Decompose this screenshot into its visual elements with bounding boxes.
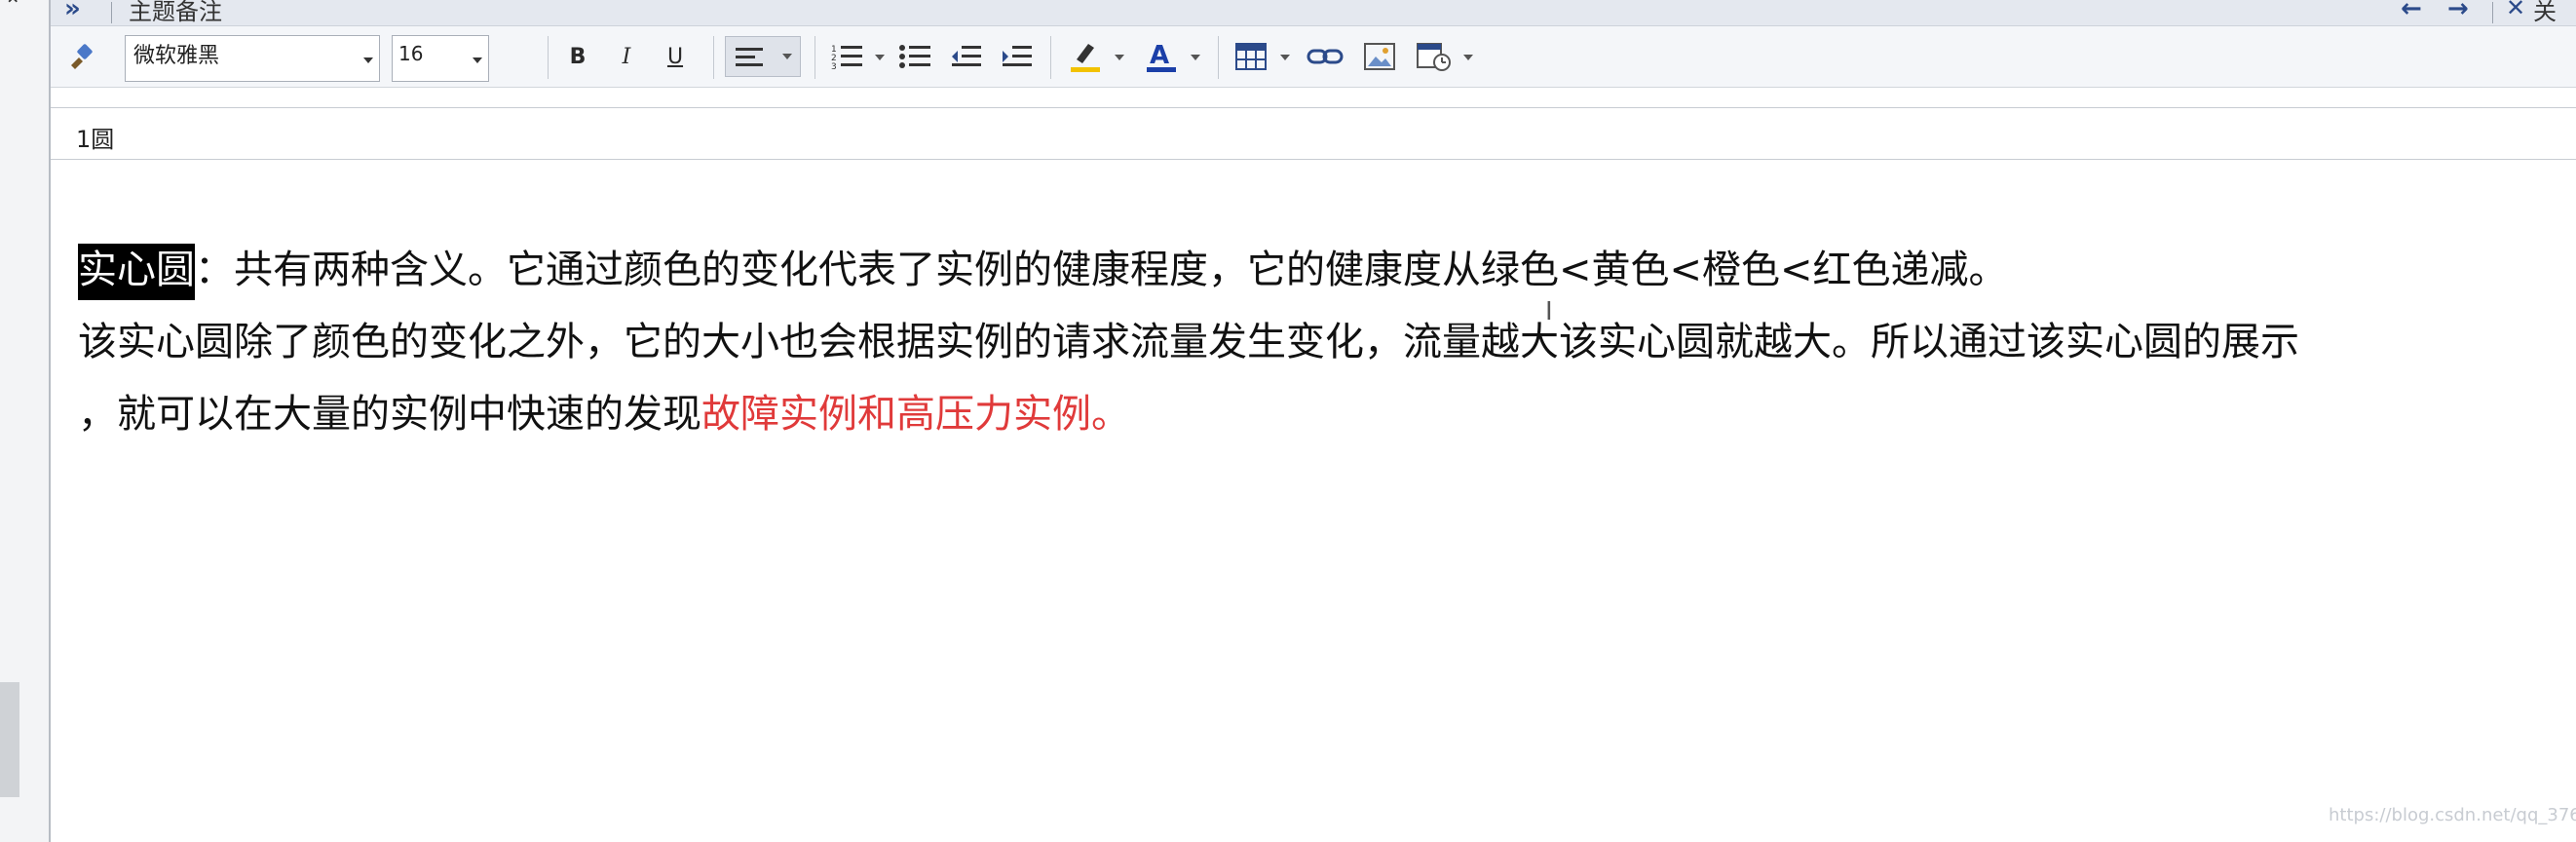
text-cursor-icon: I [1545, 297, 1553, 326]
note-line-3-text: ，就可以在大量的实例中快速的发现 [78, 392, 701, 437]
titlebar-divider-right [2492, 2, 2493, 23]
selected-text: 实心圆 [78, 244, 195, 300]
chevron-down-icon [363, 57, 373, 63]
arrow-right-icon[interactable]: → [2447, 0, 2469, 23]
decrease-indent-icon[interactable] [947, 40, 986, 73]
note-panel: » 主题备注 ← → ✕ 关 微软雅黑 16 B I U 1 2 3 A 1圆 … [49, 0, 2576, 842]
note-line-2: 该实心圆除了颜色的变化之外，它的大小也会根据实例的请求流量发生变化，流量越大该实… [78, 320, 2299, 364]
highlight-color-icon[interactable] [1064, 40, 1107, 73]
note-line-3: ，就可以在大量的实例中快速的发现故障实例和高压力实例。 [78, 378, 2572, 450]
chevron-down-icon[interactable] [875, 55, 885, 60]
panel-titlebar: » 主题备注 ← → ✕ 关 [51, 0, 2576, 26]
align-dropdown-button[interactable] [725, 36, 801, 77]
font-size-select[interactable]: 16 [392, 35, 489, 82]
expand-double-chevron-icon[interactable]: » [64, 0, 81, 23]
close-icon[interactable]: ✕ [2506, 0, 2525, 21]
link-icon[interactable] [1304, 40, 1346, 73]
table-icon[interactable] [1231, 40, 1270, 73]
note-editor[interactable]: 实心圆：共有两种含义。它通过颜色的变化代表了实例的健康程度，它的健康度从绿色<黄… [78, 234, 2572, 450]
bullet-list-icon[interactable] [896, 40, 935, 73]
chevron-down-icon[interactable] [1280, 55, 1290, 60]
font-color-icon[interactable]: A [1140, 40, 1183, 73]
bold-button[interactable]: B [563, 40, 592, 73]
watermark: https://blog.csdn.net/qq_37684223 [2329, 805, 2576, 825]
toolbar-divider [1218, 36, 1219, 79]
subject-value: 1圆 [76, 126, 115, 153]
image-icon[interactable] [1360, 40, 1399, 73]
align-left-icon [736, 48, 763, 66]
gutter-scrollbar[interactable] [0, 682, 19, 797]
note-emphasis-red-text: 故障实例和高压力实例。 [701, 392, 1130, 437]
toolbar-divider [814, 36, 815, 79]
panel-title: 主题备注 [129, 0, 222, 25]
underline-button[interactable]: U [661, 40, 690, 73]
chevron-down-icon[interactable] [1463, 55, 1473, 60]
note-line-1-text: ：共有两种含义。它通过颜色的变化代表了实例的健康程度，它的健康度从绿色<黄色<橙… [195, 248, 2008, 292]
left-gutter: ⌃ [0, 0, 50, 842]
arrow-left-icon[interactable]: ← [2401, 0, 2422, 23]
chevron-down-icon[interactable] [1191, 55, 1200, 60]
numbered-list-icon[interactable]: 123 [826, 40, 869, 73]
insert-date-icon[interactable] [1413, 40, 1456, 73]
subject-field[interactable]: 1圆 [51, 107, 2576, 160]
toolbar-divider [1050, 36, 1051, 79]
font-family-select[interactable]: 微软雅黑 [125, 35, 380, 82]
formatting-toolbar: 微软雅黑 16 B I U 123 A [51, 26, 2576, 88]
titlebar-divider [111, 2, 112, 23]
chevron-down-icon[interactable] [1115, 55, 1124, 60]
toolbar-divider [713, 36, 714, 79]
increase-indent-icon[interactable] [998, 40, 1037, 73]
svg-text:3: 3 [831, 62, 837, 70]
note-line-1: 实心圆：共有两种含义。它通过颜色的变化代表了实例的健康程度，它的健康度从绿色<黄… [78, 234, 2572, 306]
toolbar-divider [548, 36, 549, 79]
format-painter-icon[interactable] [60, 40, 99, 73]
close-label[interactable]: 关 [2533, 0, 2557, 26]
italic-button[interactable]: I [612, 40, 641, 73]
font-family-value: 微软雅黑 [133, 44, 220, 68]
chevron-down-icon [473, 57, 482, 63]
font-size-value: 16 [398, 42, 424, 65]
chevron-down-icon [782, 54, 792, 59]
svg-text:A: A [1150, 41, 1169, 70]
collapse-caret-icon[interactable]: ⌃ [4, 0, 21, 19]
